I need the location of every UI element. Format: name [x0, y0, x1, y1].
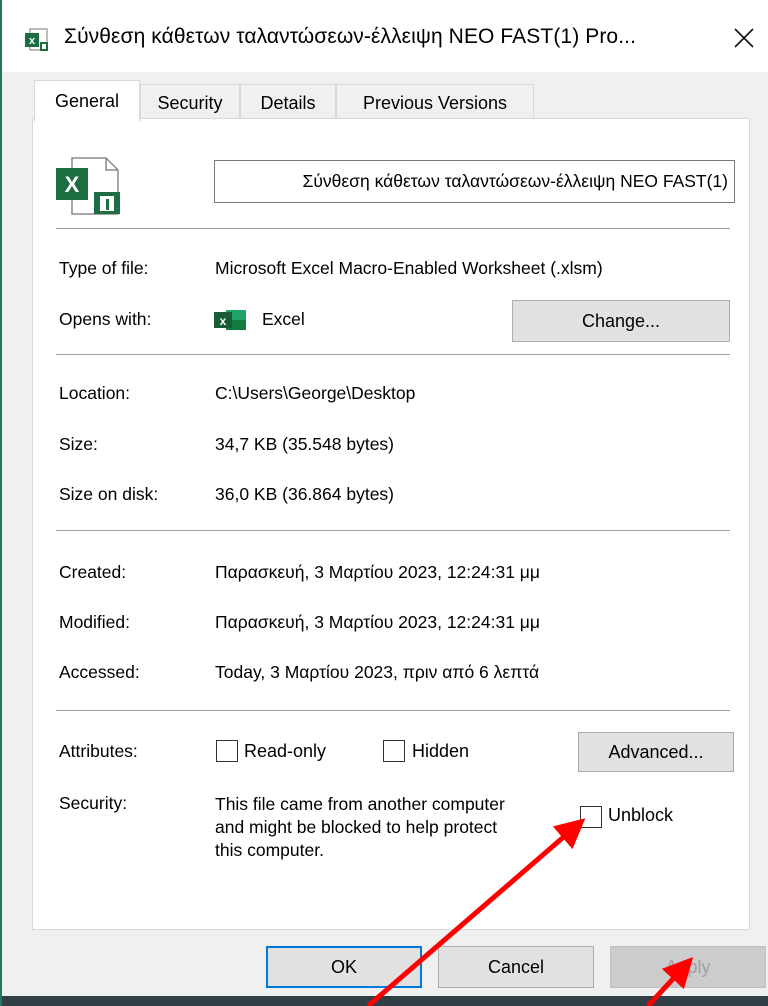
location-label: Location: [59, 383, 131, 403]
unblock-checkbox[interactable] [580, 806, 602, 828]
accessed-value: Today, 3 Μαρτίου 2023, πριν από 6 λεπτά [215, 662, 540, 682]
svg-text:x: x [220, 314, 227, 328]
security-label: Security: [59, 793, 128, 813]
readonly-label[interactable]: Read-only [244, 741, 326, 762]
change-button[interactable]: Change... [512, 300, 730, 342]
opens-with-label: Opens with: [59, 309, 152, 329]
separator [56, 228, 730, 229]
accessed-label: Accessed: [59, 662, 140, 682]
excel-macro-file-icon: X [56, 157, 120, 215]
tab-general[interactable]: General [34, 80, 140, 122]
readonly-checkbox[interactable] [216, 740, 238, 762]
tab-details[interactable]: Details [240, 84, 336, 122]
separator [56, 530, 730, 531]
type-label: Type of file: [59, 258, 149, 278]
filename-input[interactable]: Σύνθεση κάθετων ταλαντώσεων-έλλειψη NEO … [214, 160, 735, 203]
close-icon [734, 28, 754, 48]
svg-text:x: x [29, 35, 36, 47]
advanced-button[interactable]: Advanced... [578, 732, 734, 772]
cancel-button[interactable]: Cancel [438, 946, 594, 988]
unblock-label[interactable]: Unblock [608, 805, 673, 826]
filename-text: Σύνθεση κάθετων ταλαντώσεων-έλλειψη NEO … [302, 171, 729, 191]
type-value: Microsoft Excel Macro-Enabled Worksheet … [215, 258, 603, 278]
tab-previous-versions[interactable]: Previous Versions [336, 84, 534, 122]
opens-with-value: Excel [262, 309, 305, 329]
hidden-checkbox[interactable] [383, 740, 405, 762]
size-value: 34,7 KB (35.548 bytes) [215, 434, 394, 454]
taskbar-edge [2, 996, 768, 1006]
modified-value: Παρασκευή, 3 Μαρτίου 2023, 12:24:31 μμ [215, 612, 540, 632]
svg-text:X: X [65, 172, 80, 197]
close-button[interactable] [722, 18, 766, 58]
excel-app-icon: x [214, 310, 246, 330]
security-message-line: this computer. [215, 840, 324, 860]
size-label: Size: [59, 434, 98, 454]
size-on-disk-value: 36,0 KB (36.864 bytes) [215, 484, 394, 504]
excel-file-icon: x [25, 28, 48, 51]
window-title: Σύνθεση κάθετων ταλαντώσεων-έλλειψη NEO … [64, 25, 637, 48]
security-message: This file came from another computer and… [215, 793, 575, 862]
separator [56, 354, 730, 355]
ok-button[interactable]: OK [266, 946, 422, 988]
hidden-label[interactable]: Hidden [412, 741, 469, 762]
security-message-line: This file came from another computer [215, 794, 505, 814]
created-value: Παρασκευή, 3 Μαρτίου 2023, 12:24:31 μμ [215, 562, 540, 582]
title-bar: x Σύνθεση κάθετων ταλαντώσεων-έλλειψη NE… [2, 0, 768, 72]
attributes-label: Attributes: [59, 741, 138, 761]
size-on-disk-label: Size on disk: [59, 484, 159, 504]
properties-dialog: x Σύνθεση κάθετων ταλαντώσεων-έλλειψη NE… [0, 0, 768, 1006]
modified-label: Modified: [59, 612, 131, 632]
tab-security[interactable]: Security [140, 84, 240, 122]
separator [56, 710, 730, 711]
security-message-line: and might be blocked to help protect [215, 817, 498, 837]
location-value: C:\Users\George\Desktop [215, 383, 416, 403]
created-label: Created: [59, 562, 127, 582]
apply-button[interactable]: Apply [610, 946, 766, 988]
